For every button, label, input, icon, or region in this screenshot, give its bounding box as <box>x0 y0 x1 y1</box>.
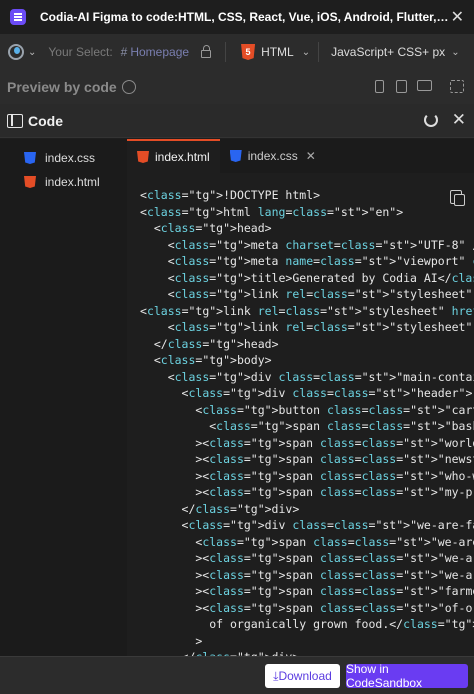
divider <box>318 42 320 62</box>
code-line: ><class="tg">span class=class="st">"my-p… <box>140 485 474 499</box>
fullscreen-icon[interactable] <box>450 80 464 93</box>
html5-icon: 5 <box>241 44 256 60</box>
code-line: <class="tg">!DOCTYPE html> <box>140 188 321 202</box>
action-bar: ⤓Download Show in CodeSandbox <box>0 656 474 694</box>
code-line: <class="tg">link rel=class="st">"stylesh… <box>140 303 474 318</box>
mobile-icon[interactable] <box>375 80 384 93</box>
tablet-icon[interactable] <box>396 80 407 93</box>
code-line: <class="tg">meta name=class="st">"viewpo… <box>140 254 474 268</box>
code-line: <class="tg">meta charset=class="st">"UTF… <box>140 237 474 252</box>
code-content[interactable]: <class="tg">!DOCTYPE html> <class="tg">ht… <box>140 187 474 659</box>
code-line: <class="tg">span class=class="st">"baske… <box>140 419 474 433</box>
code-line: ><class="tg">span class=class="st">"of-o… <box>140 600 474 615</box>
toolbar: ⌄ Your Select: # Homepage 5 HTML ⌄ JavaS… <box>0 34 474 70</box>
frame-hash-icon: # <box>120 45 128 59</box>
close-tab-icon[interactable]: ✕ <box>306 149 316 163</box>
code-line: <class="tg">link rel=class="st">"stylesh… <box>140 287 474 301</box>
code-line: ><class="tg">span class=class="st">"news… <box>140 452 474 466</box>
divider <box>225 42 227 62</box>
code-line: ><class="tg">span class=class="st">"we-a… <box>140 567 474 582</box>
code-line: <class="tg">span class=class="st">"we-ar… <box>140 534 474 549</box>
chevron-down-icon[interactable]: ⌄ <box>28 47 36 58</box>
html-file-icon <box>137 151 149 163</box>
preview-title: Preview by code <box>7 79 117 95</box>
code-line: <class="tg">div class=class="st">"we-are… <box>140 518 474 532</box>
code-line: <class="tg">button class=class="st">"car… <box>140 402 474 417</box>
globe-icon[interactable] <box>8 44 24 60</box>
code-line: ><class="tg">span class=class="st">"we-a… <box>140 551 474 565</box>
code-panel-header: Code ✕ <box>0 104 474 138</box>
window-title: Codia-AI Figma to code:HTML, CSS, React,… <box>40 10 450 24</box>
framework-label: HTML <box>261 45 294 59</box>
file-label: index.css <box>45 151 96 165</box>
select-label: Your Select: <box>48 45 113 59</box>
code-line: </class="tg">head> <box>140 336 279 351</box>
world-icon <box>121 80 136 94</box>
title-bar: Codia-AI Figma to code:HTML, CSS, React,… <box>0 0 474 34</box>
css-file-icon <box>229 150 242 162</box>
tab-index-html[interactable]: index.html <box>127 139 220 173</box>
file-item-index-css[interactable]: index.css <box>0 146 127 170</box>
css-file-icon <box>24 152 36 164</box>
code-line: ><class="tg">span class=class="st">"who-… <box>140 468 474 483</box>
close-icon[interactable]: ✕ <box>451 7 464 27</box>
code-panel-title: Code <box>28 112 63 129</box>
language-label: JavaScript+ CSS+ px <box>331 45 446 59</box>
file-item-index-html[interactable]: index.html <box>0 170 127 194</box>
code-line: > <box>140 633 203 648</box>
codesandbox-button[interactable]: Show in CodeSandbox <box>346 662 468 690</box>
download-button[interactable]: ⤓Download <box>265 664 340 688</box>
code-editor: index.html index.css ✕ <class="tg">!DOCT… <box>127 139 474 659</box>
code-line: </class="tg">div> <box>140 501 300 516</box>
refresh-icon[interactable] <box>424 113 438 127</box>
tab-index-css[interactable]: index.css ✕ <box>220 139 326 173</box>
plugin-logo-icon <box>10 9 26 25</box>
code-line: <class="tg">div class=class="st">"main-c… <box>140 369 474 384</box>
close-icon[interactable]: ✕ <box>452 110 466 130</box>
code-line: ><class="tg">span class=class="st">"worl… <box>140 435 474 450</box>
sidebar-toggle-icon[interactable] <box>7 113 23 128</box>
code-panel: Code ✕ index.css index.html index.html i… <box>0 104 474 694</box>
code-line: ><class="tg">span class=class="st">"farm… <box>140 584 474 598</box>
html-file-icon <box>24 176 36 188</box>
code-line: <class="tg">div class=class="st">"header… <box>140 386 473 400</box>
chevron-down-icon: ⌄ <box>301 46 311 58</box>
framework-dropdown[interactable]: 5 HTML ⌄ <box>241 44 310 60</box>
editor-tabs: index.html index.css ✕ <box>127 139 474 173</box>
file-sidebar: index.css index.html <box>0 139 127 659</box>
lock-icon[interactable] <box>201 45 212 58</box>
code-line: <class="tg">body> <box>140 353 272 367</box>
desktop-icon[interactable] <box>417 80 432 91</box>
code-line: <class="tg">head> <box>140 221 272 235</box>
tab-label: index.html <box>155 150 210 164</box>
code-line: <class="tg">html lang=class="st">"en"> <box>140 204 404 219</box>
selected-page[interactable]: Homepage <box>130 45 189 59</box>
code-line: <class="tg">title>Generated by Codia AI<… <box>140 270 474 285</box>
code-line: <class="tg">link rel=class="st">"stylesh… <box>140 320 474 334</box>
tab-label: index.css <box>247 149 298 163</box>
language-dropdown[interactable]: JavaScript+ CSS+ px ⌄ <box>331 45 459 59</box>
chevron-down-icon: ⌄ <box>451 46 460 58</box>
code-line: of organically grown food.</class="tg">s… <box>140 617 474 631</box>
file-label: index.html <box>45 175 100 189</box>
